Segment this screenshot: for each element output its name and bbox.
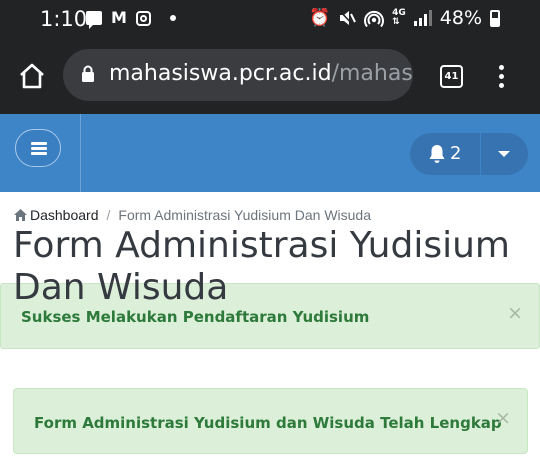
breadcrumb: Dashboard / Form Administrasi Yudisium D… (14, 207, 371, 223)
network-type: 4G (392, 8, 406, 18)
close-icon[interactable]: × (495, 407, 511, 429)
user-dropdown-button[interactable] (481, 133, 528, 175)
browser-menu-icon[interactable] (498, 65, 506, 89)
complete-alert: Form Administrasi Yudisium dan Wisuda Te… (13, 388, 528, 454)
network-icon: 4G ⇅ (392, 8, 406, 27)
chevron-down-icon (498, 151, 510, 157)
alert-message: Form Administrasi Yudisium dan Wisuda Te… (34, 414, 502, 432)
system-icons: ⏰ 4G ⇅ 48% (309, 7, 500, 29)
browser-toolbar: mahasiswa.pcr.ac.id/mahasi 41 (0, 38, 540, 114)
alert-message: Sukses Melakukan Pendaftaran Yudisium (21, 308, 370, 326)
url-path: /mahasi (331, 61, 413, 86)
bell-icon (429, 145, 445, 163)
url-text[interactable]: mahasiswa.pcr.ac.id/mahasi (109, 61, 413, 86)
dot-icon (169, 15, 176, 21)
app-navbar: 2 (0, 114, 540, 192)
status-bar: 1:10 M ⏰ 4G ⇅ 48% (0, 0, 540, 38)
instagram-icon (135, 10, 151, 26)
home-icon[interactable] (16, 60, 48, 92)
breadcrumb-current: Form Administrasi Yudisium Dan Wisuda (118, 207, 371, 223)
mute-icon (338, 9, 357, 27)
address-bar[interactable]: mahasiswa.pcr.ac.id/mahasi (63, 49, 413, 101)
gmail-icon: M (111, 8, 127, 27)
home-icon (14, 209, 27, 221)
alarm-icon: ⏰ (308, 8, 331, 28)
battery-percent: 48% (439, 7, 482, 29)
sidebar-toggle-button[interactable] (15, 129, 61, 167)
url-host: mahasiswa.pcr.ac.id (109, 61, 332, 86)
notification-count: 2 (450, 143, 462, 164)
breadcrumb-dashboard-link[interactable]: Dashboard (30, 207, 99, 223)
navbar-divider (80, 114, 81, 192)
status-time: 1:10 (40, 7, 88, 31)
message-icon (86, 11, 102, 29)
breadcrumb-separator: / (106, 207, 111, 223)
notification-icons: M (86, 8, 176, 29)
lock-icon (82, 65, 94, 82)
notifications-button[interactable]: 2 (410, 133, 480, 175)
tab-switcher-button[interactable]: 41 (440, 65, 463, 88)
battery-icon (490, 9, 500, 27)
page-title: Form Administrasi Yudisium Dan Wisuda (13, 225, 510, 308)
hotspot-icon (364, 10, 385, 27)
signal-icon (413, 10, 432, 26)
